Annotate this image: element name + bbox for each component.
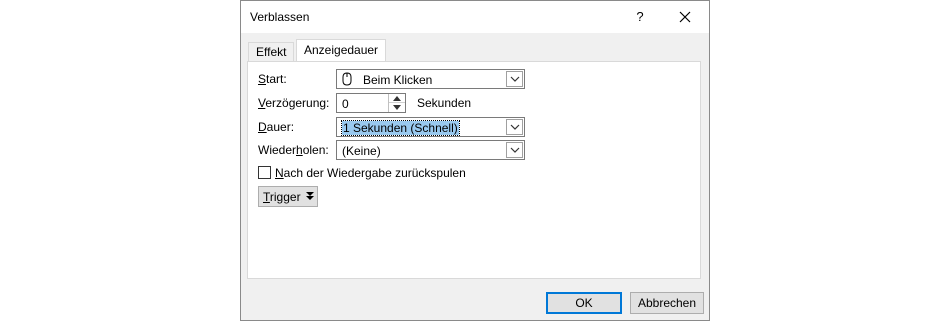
- repeat-dropdown-arrow[interactable]: [506, 142, 523, 158]
- trigger-button[interactable]: Trigger: [258, 186, 318, 207]
- duration-value: 1 Sekunden (Schnell): [341, 120, 460, 136]
- duration-combobox[interactable]: 1 Sekunden (Schnell): [336, 117, 525, 137]
- start-dropdown-arrow[interactable]: [506, 71, 523, 87]
- duration-label: Dauer:: [258, 120, 295, 134]
- delay-stepper[interactable]: 0: [336, 93, 406, 113]
- arrow-up-icon: [393, 96, 401, 101]
- trigger-label: Trigger: [263, 190, 301, 204]
- close-button[interactable]: [673, 5, 697, 29]
- start-value: Beim Klicken: [363, 73, 433, 87]
- tab-anzeigedauer[interactable]: Anzeigedauer: [296, 39, 387, 62]
- repeat-value: (Keine): [342, 144, 381, 158]
- rewind-checkbox[interactable]: [258, 166, 271, 179]
- start-label: Start:: [258, 72, 287, 86]
- delay-value: 0: [342, 97, 349, 111]
- window-title: Verblassen: [250, 10, 310, 24]
- repeat-label: Wiederholen:: [258, 143, 329, 157]
- title-bar: Verblassen ?: [241, 1, 709, 33]
- double-chevron-down-icon: [306, 192, 314, 200]
- start-dropdown[interactable]: Beim Klicken: [336, 69, 525, 89]
- arrow-down-icon: [393, 105, 401, 110]
- delay-down-button[interactable]: [389, 103, 405, 112]
- tab-panel: Start: Beim Klicken Verzögerung: 0 Sekun…: [247, 61, 701, 279]
- duration-selected-text: 1 Sekunden (Schnell): [341, 120, 460, 136]
- close-icon: [679, 11, 691, 23]
- help-button[interactable]: ?: [628, 5, 652, 29]
- ok-button[interactable]: OK: [546, 292, 622, 314]
- rewind-label[interactable]: Nach der Wiedergabe zurückspulen: [275, 166, 466, 180]
- tab-effekt[interactable]: Effekt: [248, 42, 295, 61]
- delay-up-button[interactable]: [389, 94, 405, 103]
- delay-label: Verzögerung:: [258, 96, 330, 110]
- chevron-down-icon: [510, 76, 520, 82]
- delay-unit: Sekunden: [417, 96, 472, 110]
- mouse-icon: [342, 72, 352, 86]
- dialog-window: Verblassen ? Effekt Anzeigedauer Start: …: [240, 0, 710, 321]
- chevron-down-icon: [510, 124, 520, 130]
- chevron-down-icon: [510, 147, 520, 153]
- delay-stepper-buttons: [388, 94, 405, 112]
- duration-dropdown-arrow[interactable]: [506, 119, 523, 135]
- cancel-button[interactable]: Abbrechen: [630, 292, 704, 314]
- repeat-combobox[interactable]: (Keine): [336, 140, 525, 160]
